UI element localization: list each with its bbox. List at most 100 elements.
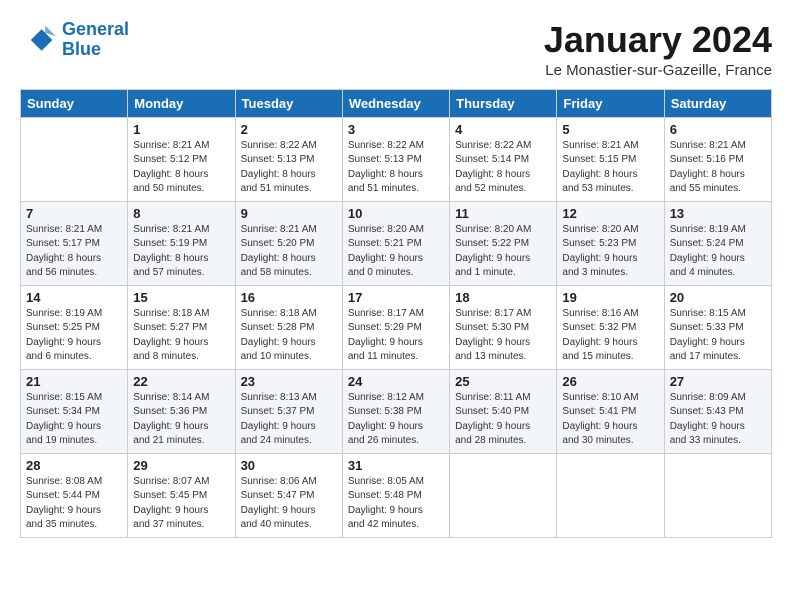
day-number: 6 [670, 122, 766, 137]
day-cell: 29 Sunrise: 8:07 AM Sunset: 5:45 PM Dayli… [128, 453, 235, 537]
day-info: Sunrise: 8:07 AM Sunset: 5:45 PM Dayligh… [133, 475, 229, 533]
day-cell: 25 Sunrise: 8:11 AM Sunset: 5:40 PM Dayli… [450, 369, 557, 453]
logo-line1: General [62, 19, 129, 39]
day-number: 8 [133, 206, 229, 221]
day-cell: 13 Sunrise: 8:19 AM Sunset: 5:24 PM Dayli… [664, 201, 771, 285]
day-number: 18 [455, 290, 551, 305]
day-number: 14 [26, 290, 122, 305]
day-cell: 1Sunrise: 8:21 AM Sunset: 5:12 PM Daylig… [128, 117, 235, 201]
day-number: 4 [455, 122, 551, 137]
day-number: 5 [562, 122, 658, 137]
day-cell: 7 Sunrise: 8:21 AM Sunset: 5:17 PM Daylig… [21, 201, 128, 285]
day-info: Sunrise: 8:06 AM Sunset: 5:47 PM Dayligh… [241, 475, 337, 533]
day-cell: 26 Sunrise: 8:10 AM Sunset: 5:41 PM Dayli… [557, 369, 664, 453]
weekday-header-tuesday: Tuesday [235, 89, 342, 117]
day-info: Sunrise: 8:09 AM Sunset: 5:43 PM Dayligh… [670, 391, 766, 449]
day-cell [557, 453, 664, 537]
day-info: Sunrise: 8:14 AM Sunset: 5:36 PM Dayligh… [133, 391, 229, 449]
title-area: January 2024 Le Monastier-sur-Gazeille, … [544, 20, 772, 79]
weekday-header-monday: Monday [128, 89, 235, 117]
day-info: Sunrise: 8:22 AM Sunset: 5:14 PM Dayligh… [455, 139, 551, 197]
day-number: 13 [670, 206, 766, 221]
day-info: Sunrise: 8:20 AM Sunset: 5:22 PM Dayligh… [455, 223, 551, 281]
logo-icon [20, 22, 56, 58]
day-number: 2 [241, 122, 337, 137]
day-info: Sunrise: 8:20 AM Sunset: 5:23 PM Dayligh… [562, 223, 658, 281]
week-row-1: 1Sunrise: 8:21 AM Sunset: 5:12 PM Daylig… [21, 117, 772, 201]
calendar-subtitle: Le Monastier-sur-Gazeille, France [544, 62, 772, 79]
day-info: Sunrise: 8:15 AM Sunset: 5:34 PM Dayligh… [26, 391, 122, 449]
day-info: Sunrise: 8:05 AM Sunset: 5:48 PM Dayligh… [348, 475, 444, 533]
day-info: Sunrise: 8:21 AM Sunset: 5:17 PM Dayligh… [26, 223, 122, 281]
day-cell: 17Sunrise: 8:17 AM Sunset: 5:29 PM Dayli… [342, 285, 449, 369]
page-container: General Blue January 2024 Le Monastier-s… [20, 20, 772, 538]
day-number: 11 [455, 206, 551, 221]
day-cell: 8Sunrise: 8:21 AM Sunset: 5:19 PM Daylig… [128, 201, 235, 285]
day-info: Sunrise: 8:22 AM Sunset: 5:13 PM Dayligh… [241, 139, 337, 197]
day-info: Sunrise: 8:20 AM Sunset: 5:21 PM Dayligh… [348, 223, 444, 281]
day-info: Sunrise: 8:08 AM Sunset: 5:44 PM Dayligh… [26, 475, 122, 533]
day-info: Sunrise: 8:16 AM Sunset: 5:32 PM Dayligh… [562, 307, 658, 365]
day-info: Sunrise: 8:15 AM Sunset: 5:33 PM Dayligh… [670, 307, 766, 365]
day-number: 12 [562, 206, 658, 221]
day-number: 26 [562, 374, 658, 389]
day-number: 1 [133, 122, 229, 137]
day-cell: 11 Sunrise: 8:20 AM Sunset: 5:22 PM Dayli… [450, 201, 557, 285]
day-number: 28 [26, 458, 122, 473]
day-info: Sunrise: 8:21 AM Sunset: 5:20 PM Dayligh… [241, 223, 337, 281]
day-info: Sunrise: 8:12 AM Sunset: 5:38 PM Dayligh… [348, 391, 444, 449]
day-number: 25 [455, 374, 551, 389]
week-row-4: 21 Sunrise: 8:15 AM Sunset: 5:34 PM Dayli… [21, 369, 772, 453]
day-number: 27 [670, 374, 766, 389]
day-cell: 6 Sunrise: 8:21 AM Sunset: 5:16 PM Daylig… [664, 117, 771, 201]
week-row-5: 28 Sunrise: 8:08 AM Sunset: 5:44 PM Dayli… [21, 453, 772, 537]
day-cell: 27 Sunrise: 8:09 AM Sunset: 5:43 PM Dayli… [664, 369, 771, 453]
day-cell: 23Sunrise: 8:13 AM Sunset: 5:37 PM Dayli… [235, 369, 342, 453]
day-info: Sunrise: 8:21 AM Sunset: 5:16 PM Dayligh… [670, 139, 766, 197]
day-number: 16 [241, 290, 337, 305]
day-info: Sunrise: 8:19 AM Sunset: 5:24 PM Dayligh… [670, 223, 766, 281]
day-info: Sunrise: 8:10 AM Sunset: 5:41 PM Dayligh… [562, 391, 658, 449]
weekday-header-sunday: Sunday [21, 89, 128, 117]
day-number: 21 [26, 374, 122, 389]
day-number: 3 [348, 122, 444, 137]
weekday-header-wednesday: Wednesday [342, 89, 449, 117]
day-number: 29 [133, 458, 229, 473]
day-cell [450, 453, 557, 537]
logo-line2: Blue [62, 39, 101, 59]
weekday-header-saturday: Saturday [664, 89, 771, 117]
day-cell: 22 Sunrise: 8:14 AM Sunset: 5:36 PM Dayli… [128, 369, 235, 453]
day-info: Sunrise: 8:11 AM Sunset: 5:40 PM Dayligh… [455, 391, 551, 449]
day-cell: 14Sunrise: 8:19 AM Sunset: 5:25 PM Dayli… [21, 285, 128, 369]
day-cell: 3Sunrise: 8:22 AM Sunset: 5:13 PM Daylig… [342, 117, 449, 201]
week-row-2: 7 Sunrise: 8:21 AM Sunset: 5:17 PM Daylig… [21, 201, 772, 285]
day-number: 10 [348, 206, 444, 221]
day-number: 30 [241, 458, 337, 473]
day-cell: 10 Sunrise: 8:20 AM Sunset: 5:21 PM Dayli… [342, 201, 449, 285]
day-cell: 16Sunrise: 8:18 AM Sunset: 5:28 PM Dayli… [235, 285, 342, 369]
day-number: 22 [133, 374, 229, 389]
weekday-header-friday: Friday [557, 89, 664, 117]
calendar-title: January 2024 [544, 20, 772, 60]
day-cell: 20Sunrise: 8:15 AM Sunset: 5:33 PM Dayli… [664, 285, 771, 369]
calendar-table: SundayMondayTuesdayWednesdayThursdayFrid… [20, 89, 772, 538]
day-cell: 4 Sunrise: 8:22 AM Sunset: 5:14 PM Daylig… [450, 117, 557, 201]
day-info: Sunrise: 8:21 AM Sunset: 5:15 PM Dayligh… [562, 139, 658, 197]
day-cell: 12 Sunrise: 8:20 AM Sunset: 5:23 PM Dayli… [557, 201, 664, 285]
day-number: 31 [348, 458, 444, 473]
day-info: Sunrise: 8:17 AM Sunset: 5:29 PM Dayligh… [348, 307, 444, 365]
day-cell: 5 Sunrise: 8:21 AM Sunset: 5:15 PM Daylig… [557, 117, 664, 201]
week-row-3: 14Sunrise: 8:19 AM Sunset: 5:25 PM Dayli… [21, 285, 772, 369]
day-number: 24 [348, 374, 444, 389]
day-number: 9 [241, 206, 337, 221]
day-cell: 2 Sunrise: 8:22 AM Sunset: 5:13 PM Daylig… [235, 117, 342, 201]
day-number: 23 [241, 374, 337, 389]
day-cell: 15Sunrise: 8:18 AM Sunset: 5:27 PM Dayli… [128, 285, 235, 369]
day-cell: 24 Sunrise: 8:12 AM Sunset: 5:38 PM Dayli… [342, 369, 449, 453]
day-cell: 31 Sunrise: 8:05 AM Sunset: 5:48 PM Dayli… [342, 453, 449, 537]
logo-text: General Blue [62, 20, 129, 60]
day-cell: 30 Sunrise: 8:06 AM Sunset: 5:47 PM Dayli… [235, 453, 342, 537]
weekday-header-thursday: Thursday [450, 89, 557, 117]
day-number: 7 [26, 206, 122, 221]
day-cell [21, 117, 128, 201]
